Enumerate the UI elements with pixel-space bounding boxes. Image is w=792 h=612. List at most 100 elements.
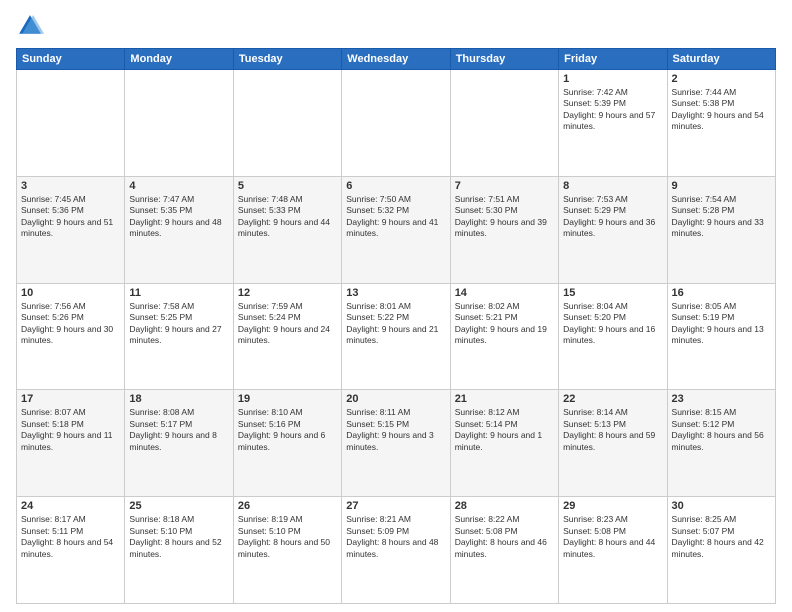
day-info: Sunrise: 7:42 AM Sunset: 5:39 PM Dayligh… — [563, 87, 662, 133]
day-info: Sunrise: 7:51 AM Sunset: 5:30 PM Dayligh… — [455, 194, 554, 240]
day-info: Sunrise: 7:56 AM Sunset: 5:26 PM Dayligh… — [21, 301, 120, 347]
calendar-cell — [233, 70, 341, 177]
weekday-header-thursday: Thursday — [450, 49, 558, 70]
day-info: Sunrise: 8:14 AM Sunset: 5:13 PM Dayligh… — [563, 407, 662, 453]
day-info: Sunrise: 8:02 AM Sunset: 5:21 PM Dayligh… — [455, 301, 554, 347]
calendar-cell: 25 Sunrise: 8:18 AM Sunset: 5:10 PM Dayli… — [125, 497, 233, 604]
day-info: Sunrise: 8:19 AM Sunset: 5:10 PM Dayligh… — [238, 514, 337, 560]
calendar-cell: 2 Sunrise: 7:44 AM Sunset: 5:38 PM Daylig… — [667, 70, 775, 177]
day-number: 12 — [238, 287, 337, 299]
day-info: Sunrise: 8:23 AM Sunset: 5:08 PM Dayligh… — [563, 514, 662, 560]
day-info: Sunrise: 8:15 AM Sunset: 5:12 PM Dayligh… — [672, 407, 771, 453]
calendar-cell: 29 Sunrise: 8:23 AM Sunset: 5:08 PM Dayli… — [559, 497, 667, 604]
day-number: 30 — [672, 500, 771, 512]
day-info: Sunrise: 8:04 AM Sunset: 5:20 PM Dayligh… — [563, 301, 662, 347]
calendar-week-3: 17 Sunrise: 8:07 AM Sunset: 5:18 PM Dayli… — [17, 390, 776, 497]
day-info: Sunrise: 7:59 AM Sunset: 5:24 PM Dayligh… — [238, 301, 337, 347]
calendar-cell: 13 Sunrise: 8:01 AM Sunset: 5:22 PM Dayli… — [342, 283, 450, 390]
day-number: 7 — [455, 180, 554, 192]
calendar-cell: 16Sunrise: 8:05 AM Sunset: 5:19 PM Dayli… — [667, 283, 775, 390]
weekday-header-tuesday: Tuesday — [233, 49, 341, 70]
day-info: Sunrise: 8:11 AM Sunset: 5:15 PM Dayligh… — [346, 407, 445, 453]
calendar-cell: 30 Sunrise: 8:25 AM Sunset: 5:07 PM Dayli… — [667, 497, 775, 604]
calendar-cell: 18 Sunrise: 8:08 AM Sunset: 5:17 PM Dayli… — [125, 390, 233, 497]
weekday-header-friday: Friday — [559, 49, 667, 70]
calendar-week-0: 1Sunrise: 7:42 AM Sunset: 5:39 PM Daylig… — [17, 70, 776, 177]
day-info: Sunrise: 7:47 AM Sunset: 5:35 PM Dayligh… — [129, 194, 228, 240]
calendar-cell: 20 Sunrise: 8:11 AM Sunset: 5:15 PM Dayli… — [342, 390, 450, 497]
calendar-cell: 19 Sunrise: 8:10 AM Sunset: 5:16 PM Dayli… — [233, 390, 341, 497]
day-info: Sunrise: 8:12 AM Sunset: 5:14 PM Dayligh… — [455, 407, 554, 453]
calendar-cell — [450, 70, 558, 177]
logo-icon — [16, 12, 44, 40]
day-number: 28 — [455, 500, 554, 512]
day-number: 6 — [346, 180, 445, 192]
calendar-cell: 22 Sunrise: 8:14 AM Sunset: 5:13 PM Dayli… — [559, 390, 667, 497]
weekday-header-monday: Monday — [125, 49, 233, 70]
day-number: 15 — [563, 287, 662, 299]
calendar-cell: 15 Sunrise: 8:04 AM Sunset: 5:20 PM Dayli… — [559, 283, 667, 390]
day-number: 14 — [455, 287, 554, 299]
day-number: 9 — [672, 180, 771, 192]
calendar-cell: 17 Sunrise: 8:07 AM Sunset: 5:18 PM Dayli… — [17, 390, 125, 497]
day-number: 26 — [238, 500, 337, 512]
day-info: Sunrise: 8:07 AM Sunset: 5:18 PM Dayligh… — [21, 407, 120, 453]
day-number: 27 — [346, 500, 445, 512]
calendar-week-2: 10 Sunrise: 7:56 AM Sunset: 5:26 PM Dayli… — [17, 283, 776, 390]
day-info: Sunrise: 7:50 AM Sunset: 5:32 PM Dayligh… — [346, 194, 445, 240]
day-number: 29 — [563, 500, 662, 512]
calendar-cell: 5Sunrise: 7:48 AM Sunset: 5:33 PM Daylig… — [233, 176, 341, 283]
day-info: Sunrise: 7:58 AM Sunset: 5:25 PM Dayligh… — [129, 301, 228, 347]
day-number: 3 — [21, 180, 120, 192]
logo — [16, 12, 48, 40]
day-number: 8 — [563, 180, 662, 192]
calendar-cell: 1Sunrise: 7:42 AM Sunset: 5:39 PM Daylig… — [559, 70, 667, 177]
calendar-table: SundayMondayTuesdayWednesdayThursdayFrid… — [16, 48, 776, 604]
weekday-row: SundayMondayTuesdayWednesdayThursdayFrid… — [17, 49, 776, 70]
day-info: Sunrise: 8:21 AM Sunset: 5:09 PM Dayligh… — [346, 514, 445, 560]
day-number: 11 — [129, 287, 228, 299]
day-number: 13 — [346, 287, 445, 299]
day-info: Sunrise: 8:17 AM Sunset: 5:11 PM Dayligh… — [21, 514, 120, 560]
day-number: 17 — [21, 393, 120, 405]
calendar-cell: 9Sunrise: 7:54 AM Sunset: 5:28 PM Daylig… — [667, 176, 775, 283]
day-number: 18 — [129, 393, 228, 405]
calendar-cell: 23 Sunrise: 8:15 AM Sunset: 5:12 PM Dayli… — [667, 390, 775, 497]
day-info: Sunrise: 8:08 AM Sunset: 5:17 PM Dayligh… — [129, 407, 228, 453]
calendar-cell — [125, 70, 233, 177]
day-info: Sunrise: 8:10 AM Sunset: 5:16 PM Dayligh… — [238, 407, 337, 453]
day-info: Sunrise: 7:45 AM Sunset: 5:36 PM Dayligh… — [21, 194, 120, 240]
calendar-cell: 4 Sunrise: 7:47 AM Sunset: 5:35 PM Daylig… — [125, 176, 233, 283]
day-info: Sunrise: 8:18 AM Sunset: 5:10 PM Dayligh… — [129, 514, 228, 560]
calendar-cell: 11 Sunrise: 7:58 AM Sunset: 5:25 PM Dayli… — [125, 283, 233, 390]
day-info: Sunrise: 7:53 AM Sunset: 5:29 PM Dayligh… — [563, 194, 662, 240]
day-number: 21 — [455, 393, 554, 405]
day-info: Sunrise: 8:01 AM Sunset: 5:22 PM Dayligh… — [346, 301, 445, 347]
day-number: 24 — [21, 500, 120, 512]
page: SundayMondayTuesdayWednesdayThursdayFrid… — [0, 0, 792, 612]
day-number: 23 — [672, 393, 771, 405]
day-number: 20 — [346, 393, 445, 405]
calendar-cell: 10 Sunrise: 7:56 AM Sunset: 5:26 PM Dayli… — [17, 283, 125, 390]
weekday-header-saturday: Saturday — [667, 49, 775, 70]
day-number: 22 — [563, 393, 662, 405]
day-number: 19 — [238, 393, 337, 405]
calendar-header: SundayMondayTuesdayWednesdayThursdayFrid… — [17, 49, 776, 70]
day-number: 2 — [672, 73, 771, 85]
day-info: Sunrise: 8:25 AM Sunset: 5:07 PM Dayligh… — [672, 514, 771, 560]
calendar-week-4: 24 Sunrise: 8:17 AM Sunset: 5:11 PM Dayli… — [17, 497, 776, 604]
calendar-cell: 7 Sunrise: 7:51 AM Sunset: 5:30 PM Daylig… — [450, 176, 558, 283]
calendar-cell: 21 Sunrise: 8:12 AM Sunset: 5:14 PM Dayli… — [450, 390, 558, 497]
day-info: Sunrise: 8:22 AM Sunset: 5:08 PM Dayligh… — [455, 514, 554, 560]
calendar-cell — [342, 70, 450, 177]
day-number: 5 — [238, 180, 337, 192]
calendar-cell: 3 Sunrise: 7:45 AM Sunset: 5:36 PM Daylig… — [17, 176, 125, 283]
day-number: 25 — [129, 500, 228, 512]
calendar-week-1: 3 Sunrise: 7:45 AM Sunset: 5:36 PM Daylig… — [17, 176, 776, 283]
day-info: Sunrise: 7:44 AM Sunset: 5:38 PM Dayligh… — [672, 87, 771, 133]
calendar-cell: 14 Sunrise: 8:02 AM Sunset: 5:21 PM Dayli… — [450, 283, 558, 390]
day-number: 4 — [129, 180, 228, 192]
header — [16, 12, 776, 40]
calendar-body: 1Sunrise: 7:42 AM Sunset: 5:39 PM Daylig… — [17, 70, 776, 604]
day-number: 10 — [21, 287, 120, 299]
